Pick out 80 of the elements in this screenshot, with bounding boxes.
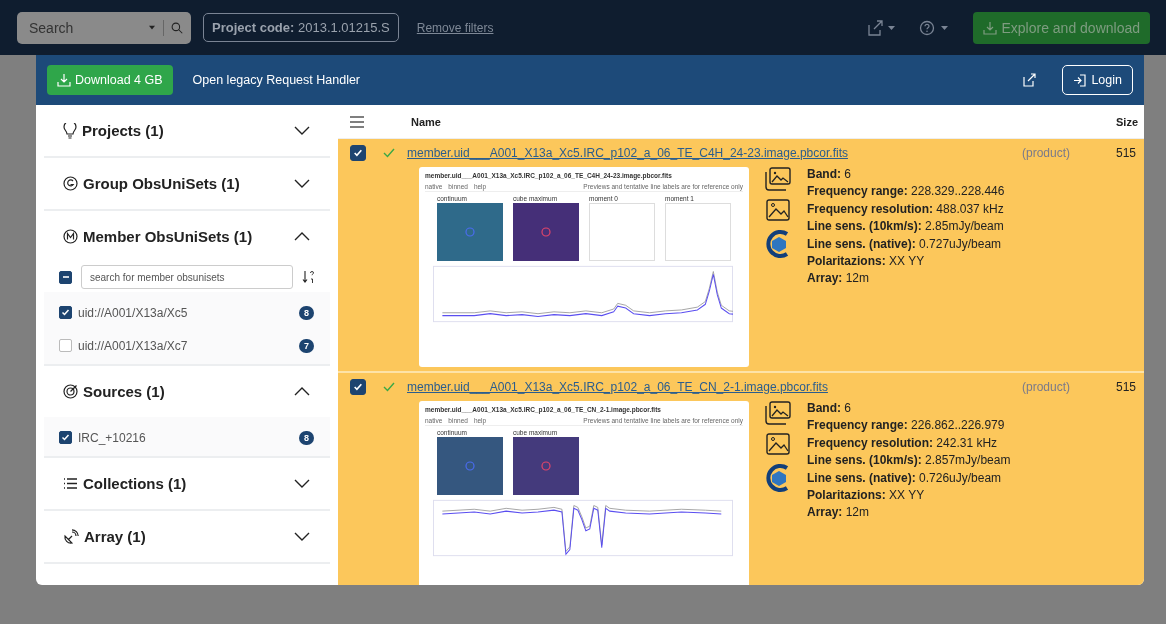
detail-line: Frequency range: 226.862..226.979: [807, 418, 1006, 433]
filter-section-header[interactable]: Sources (1): [44, 366, 330, 417]
caret-icon[interactable]: [149, 24, 155, 31]
column-header: Name: [411, 115, 441, 128]
image-stack-icon: [765, 167, 791, 191]
detail-line: Line sens. (native): 0.726uJy/beam: [807, 470, 1003, 485]
checkbox[interactable]: [59, 306, 72, 319]
file-type: (product): [1021, 380, 1070, 394]
detail-line: Array: 12m: [807, 505, 871, 520]
select-all-checkbox[interactable]: [59, 270, 72, 284]
chevron-up-icon[interactable]: [294, 232, 310, 241]
checkmark-icon: [61, 308, 70, 317]
filter-option[interactable]: uid://A001/X13a/Xc7 7: [44, 329, 330, 362]
download-icon: [983, 20, 998, 35]
image-icon: [766, 433, 790, 455]
count-badge: 8: [299, 305, 314, 320]
menu-icon[interactable]: [350, 115, 364, 128]
detail-line: Polaritazions: XX YY: [807, 253, 926, 268]
minus-icon: [61, 273, 70, 281]
empty-map-frame: [665, 203, 731, 261]
logo-icon: [765, 229, 791, 259]
circled-letter-icon: [63, 229, 78, 244]
login-icon: [1073, 73, 1087, 87]
chevron-down-icon[interactable]: [294, 479, 310, 488]
checkbox[interactable]: [59, 339, 72, 352]
lightbulb-icon: [63, 122, 77, 139]
checkmark-icon: [353, 382, 363, 392]
chevron-down-icon[interactable]: [294, 179, 310, 188]
filter-section-header[interactable]: Member ObsUniSets (1): [44, 211, 330, 262]
share-icon[interactable]: [867, 19, 898, 36]
detail-line: Frequency resolution: 242.31 kHz: [807, 435, 999, 450]
file-size: 515: [1116, 146, 1138, 160]
file-name-link[interactable]: member.uid___A001_X13a_Xc5.IRC_p102_a_06_TE_C4H_24-23.image.pbcor.fits: [407, 146, 848, 160]
image-icon: [766, 199, 790, 221]
detail-line: Frequency resolution: 488.037 kHz: [807, 201, 1005, 216]
checkmark-icon: [61, 433, 70, 442]
detail-line: Polaritazions: XX YY: [807, 487, 926, 502]
image-stack-icon: [765, 401, 791, 425]
search-input[interactable]: Search: [29, 19, 141, 36]
count-badge: 7: [299, 338, 314, 353]
search-field[interactable]: Search: [17, 11, 191, 44]
legacy-request-handler-link[interactable]: Open legacy Request Handler: [192, 73, 361, 87]
filter-section-header[interactable]: Projects (1): [44, 105, 330, 156]
download-icon: [57, 73, 71, 87]
list-icon: [63, 477, 78, 490]
detail-line: Line sens. (10km/s): 2.857mJy/beam: [807, 453, 1011, 468]
filter-option[interactable]: uid://A001/X13a/Xc5 8: [44, 296, 330, 329]
filter-section-header[interactable]: Collections (1): [44, 458, 330, 509]
detail-line: Line sens. (10km/s): 2.85mJy/beam: [807, 219, 1005, 234]
file-type: (product): [1021, 146, 1070, 160]
column-header: Size: [1116, 115, 1139, 128]
project-code-filter[interactable]: Project code: 2013.1.01215.S: [203, 13, 399, 42]
search-icon[interactable]: [163, 19, 183, 36]
detail-line: Band: 6: [807, 167, 852, 181]
chevron-down-icon[interactable]: [294, 532, 310, 541]
checkbox[interactable]: [350, 379, 366, 395]
circled-letter-icon: [63, 176, 78, 191]
file-name-link[interactable]: member.uid___A001_X13a_Xc5.IRC_p102_a_06_TE_CN_2-1.image.pbcor.fits: [407, 380, 828, 394]
remove-filters-link[interactable]: Remove filters: [416, 20, 494, 35]
count-badge: 8: [299, 430, 314, 445]
checkbox[interactable]: [59, 431, 72, 444]
search-field[interactable]: search for member obsunisets: [81, 265, 293, 289]
file-size: 515: [1116, 380, 1138, 394]
detail-line: Band: 6: [807, 401, 852, 415]
detail-line: Line sens. (native): 0.727uJy/beam: [807, 236, 1003, 251]
filter-section-header[interactable]: Array (1): [44, 511, 330, 562]
sort-icon[interactable]: [302, 270, 316, 284]
logo-icon: [765, 463, 791, 493]
checkbox[interactable]: [350, 145, 366, 161]
chevron-up-icon[interactable]: [294, 387, 310, 396]
filter-section-header[interactable]: Group ObsUniSets (1): [44, 158, 330, 209]
checkmark-icon: [353, 148, 363, 158]
antenna-icon: [63, 528, 79, 545]
login-button[interactable]: Login: [1062, 65, 1133, 95]
external-link-icon[interactable]: [1022, 73, 1037, 87]
detail-line: Array: 12m: [807, 271, 871, 286]
empty-map-frame: [589, 203, 655, 261]
target-icon: [63, 384, 78, 399]
chevron-down-icon[interactable]: [294, 126, 310, 135]
detail-line: Frequency range: 228.329..228.446: [807, 184, 1005, 199]
